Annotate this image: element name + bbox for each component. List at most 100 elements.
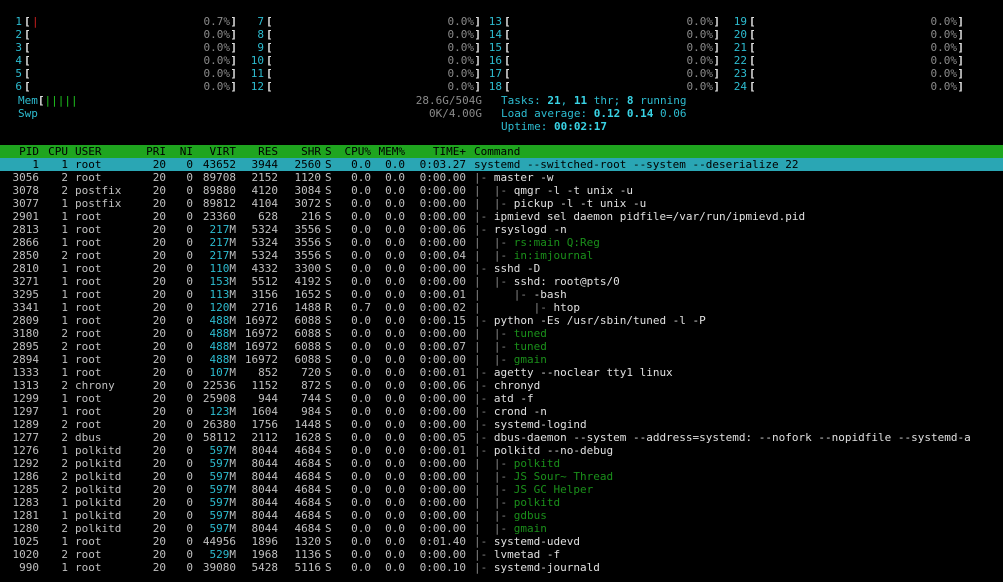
process-shr: 6088 bbox=[294, 340, 322, 353]
process-row[interactable]: 2850 2 root 20 0 217M 5324 3556 S 0.0 0.0 0:00.04 | … bbox=[0, 249, 1003, 262]
column-header-res[interactable]: RES bbox=[238, 145, 278, 158]
process-row[interactable]: 1020 2 root 20 0 529M 1968 1136 S 0.0 0.0 0:00.00 |-… bbox=[0, 548, 1003, 561]
process-res: 3944 bbox=[251, 158, 279, 171]
meter-bracket-close: ] bbox=[957, 54, 964, 67]
process-virt: 488M bbox=[209, 353, 237, 366]
process-row[interactable]: 1283 1 polkitd 20 0 597M 8044 4684 S 0.0 0.0 0:00.0… bbox=[0, 496, 1003, 509]
process-cpup: 0.0 bbox=[351, 171, 371, 184]
column-header-s[interactable]: S bbox=[325, 145, 335, 158]
column-header-shr[interactable]: SHR bbox=[281, 145, 321, 158]
column-header-virt[interactable]: VIRT bbox=[195, 145, 237, 158]
process-row[interactable]: 3341 1 root 20 0 120M 2716 1488 R 0.7 0.0 0:00.02 | … bbox=[0, 301, 1003, 314]
process-row[interactable]: 990 1 root 20 0 39080 5428 5116 S 0.0 0.0 0:00.10 |-… bbox=[0, 561, 1003, 574]
process-user: polkitd bbox=[75, 444, 122, 457]
process-row[interactable]: 2813 1 root 20 0 217M 5324 3556 S 0.0 0.0 0:00.06 |-… bbox=[0, 223, 1003, 236]
meter-bracket-close: ] bbox=[713, 67, 720, 80]
process-virt: 217M bbox=[209, 249, 237, 262]
tree-guide: | |- bbox=[474, 197, 514, 210]
cpu-meter-13: 13[0.0%] bbox=[480, 15, 721, 28]
process-shr: 744 bbox=[301, 392, 321, 405]
mem-label: Mem bbox=[18, 94, 38, 107]
column-header-pri[interactable]: PRI bbox=[138, 145, 166, 158]
process-time: 0:00.00 bbox=[419, 262, 466, 275]
process-row[interactable]: 2810 1 root 20 0 110M 4332 3300 S 0.0 0.0 0:00.00 |-… bbox=[0, 262, 1003, 275]
process-row[interactable]: 1333 1 root 20 0 107M 852 720 S 0.0 0.0 0:00.01 |- a… bbox=[0, 366, 1003, 379]
column-header-cpu[interactable]: CPU bbox=[44, 145, 68, 158]
column-header-time[interactable]: TIME+ bbox=[409, 145, 466, 158]
column-header-pid[interactable]: PID bbox=[4, 145, 39, 158]
cpu-percent: 0.0% bbox=[203, 80, 231, 93]
process-cpu: 1 bbox=[61, 288, 68, 301]
meter-bracket-open: [ bbox=[266, 41, 273, 54]
process-memp: 0.0 bbox=[385, 314, 405, 327]
process-row[interactable]: 1292 2 polkitd 20 0 597M 8044 4684 S 0.0 0.0 0:00.0… bbox=[0, 457, 1003, 470]
column-header-ni[interactable]: NI bbox=[170, 145, 193, 158]
process-virt: 89708 bbox=[202, 171, 236, 184]
process-row[interactable]: 2894 1 root 20 0 488M 16972 6088 S 0.0 0.0 0:00.00 |… bbox=[0, 353, 1003, 366]
process-pri: 20 bbox=[152, 522, 166, 535]
process-pid: 1277 bbox=[12, 431, 40, 444]
column-header-command[interactable]: Command bbox=[474, 145, 594, 158]
process-cpu: 1 bbox=[61, 353, 68, 366]
process-s: S bbox=[325, 184, 332, 197]
load-label: Load average: bbox=[501, 107, 588, 120]
process-cpu: 2 bbox=[61, 184, 68, 197]
process-pri: 20 bbox=[152, 249, 166, 262]
process-cpu: 2 bbox=[61, 522, 68, 535]
process-row[interactable]: 1281 1 polkitd 20 0 597M 8044 4684 S 0.0 0.0 0:00.0… bbox=[0, 509, 1003, 522]
process-cpu: 2 bbox=[61, 457, 68, 470]
process-row[interactable]: 3077 1 postfix 20 0 89812 4104 3072 S 0.0 0.0 0:00.… bbox=[0, 197, 1003, 210]
process-s: S bbox=[325, 197, 332, 210]
process-row[interactable]: 2901 1 root 20 0 23360 628 216 S 0.0 0.0 0:00.00 |- … bbox=[0, 210, 1003, 223]
cpu-index: 5 bbox=[15, 67, 22, 80]
process-res: 8044 bbox=[251, 457, 279, 470]
process-row[interactable]: 1276 1 polkitd 20 0 597M 8044 4684 S 0.0 0.0 0:00.0… bbox=[0, 444, 1003, 457]
process-shr: 4684 bbox=[294, 457, 322, 470]
process-row[interactable]: 2895 2 root 20 0 488M 16972 6088 S 0.0 0.0 0:00.07 |… bbox=[0, 340, 1003, 353]
process-row[interactable]: 1289 2 root 20 0 26380 1756 1448 S 0.0 0.0 0:00.00 |… bbox=[0, 418, 1003, 431]
process-pid: 3180 bbox=[12, 327, 40, 340]
command-text: dbus-daemon --system --address=systemd: … bbox=[493, 431, 971, 444]
process-row[interactable]: 1277 2 dbus 20 0 58112 2112 1628 S 0.0 0.0 0:00.05 |… bbox=[0, 431, 1003, 444]
process-time: 0:03.27 bbox=[419, 158, 466, 171]
cpu-index: 16 bbox=[488, 54, 502, 67]
process-command: | |- tuned bbox=[474, 340, 547, 353]
process-row[interactable]: 1286 2 polkitd 20 0 597M 8044 4684 S 0.0 0.0 0:00.0… bbox=[0, 470, 1003, 483]
process-row[interactable]: 1025 1 root 20 0 44956 1896 1320 S 0.0 0.0 0:01.40 |… bbox=[0, 535, 1003, 548]
process-pid: 1025 bbox=[12, 535, 40, 548]
process-s: S bbox=[325, 353, 332, 366]
process-res: 8044 bbox=[251, 483, 279, 496]
meter-bracket-close: ] bbox=[713, 80, 720, 93]
process-row[interactable]: 2809 1 root 20 0 488M 16972 6088 S 0.0 0.0 0:00.15 |… bbox=[0, 314, 1003, 327]
process-row[interactable]: 1280 2 polkitd 20 0 597M 8044 4684 S 0.0 0.0 0:00.0… bbox=[0, 522, 1003, 535]
cpu-meter-7: 7[0.0%] bbox=[242, 15, 482, 28]
process-shr: 1136 bbox=[294, 548, 322, 561]
cpu-index: 14 bbox=[488, 28, 502, 41]
tree-guide: |- bbox=[474, 444, 494, 457]
process-command: |- rsyslogd -n bbox=[474, 223, 567, 236]
cpu-meter-10: 10[0.0%] bbox=[242, 54, 482, 67]
column-header-user[interactable]: USER bbox=[75, 145, 135, 158]
process-row[interactable]: 1 1 root 20 0 43652 3944 2560 S 0.0 0.0 0:03.27 syst… bbox=[0, 158, 1003, 171]
process-row[interactable]: 1297 1 root 20 0 123M 1604 984 S 0.0 0.0 0:00.00 |- … bbox=[0, 405, 1003, 418]
process-row[interactable]: 2866 1 root 20 0 217M 5324 3556 S 0.0 0.0 0:00.00 | … bbox=[0, 236, 1003, 249]
process-row[interactable]: 1299 1 root 20 0 25908 944 744 S 0.0 0.0 0:00.00 |- … bbox=[0, 392, 1003, 405]
process-pri: 20 bbox=[152, 301, 166, 314]
column-header-bar[interactable]: PID CPU USER PRI NI VIRT RES SHR S CPU% MEM% TIME+ C… bbox=[0, 145, 1003, 158]
process-cpu: 2 bbox=[61, 431, 68, 444]
process-row[interactable]: 3078 2 postfix 20 0 89880 4120 3084 S 0.0 0.0 0:00.… bbox=[0, 184, 1003, 197]
process-command: | |- -bash bbox=[474, 288, 567, 301]
process-cpu: 2 bbox=[61, 483, 68, 496]
process-cpup: 0.0 bbox=[351, 379, 371, 392]
cpu-index: 12 bbox=[250, 80, 264, 93]
process-row[interactable]: 1313 2 chrony 20 0 22536 1152 872 S 0.0 0.0 0:00.06… bbox=[0, 379, 1003, 392]
process-row[interactable]: 3295 1 root 20 0 113M 3156 1652 S 0.0 0.0 0:00.01 | … bbox=[0, 288, 1003, 301]
process-row[interactable]: 3056 2 root 20 0 89708 2152 1120 S 0.0 0.0 0:00.00 |… bbox=[0, 171, 1003, 184]
process-row[interactable]: 3180 2 root 20 0 488M 16972 6088 S 0.0 0.0 0:00.00 |… bbox=[0, 327, 1003, 340]
process-row[interactable]: 3271 1 root 20 0 153M 5512 4192 S 0.0 0.0 0:00.00 | … bbox=[0, 275, 1003, 288]
process-memp: 0.0 bbox=[385, 301, 405, 314]
process-s: S bbox=[325, 418, 332, 431]
column-header-cpu[interactable]: CPU% bbox=[339, 145, 372, 158]
process-row[interactable]: 1285 2 polkitd 20 0 597M 8044 4684 S 0.0 0.0 0:00.0… bbox=[0, 483, 1003, 496]
column-header-mem[interactable]: MEM% bbox=[374, 145, 406, 158]
